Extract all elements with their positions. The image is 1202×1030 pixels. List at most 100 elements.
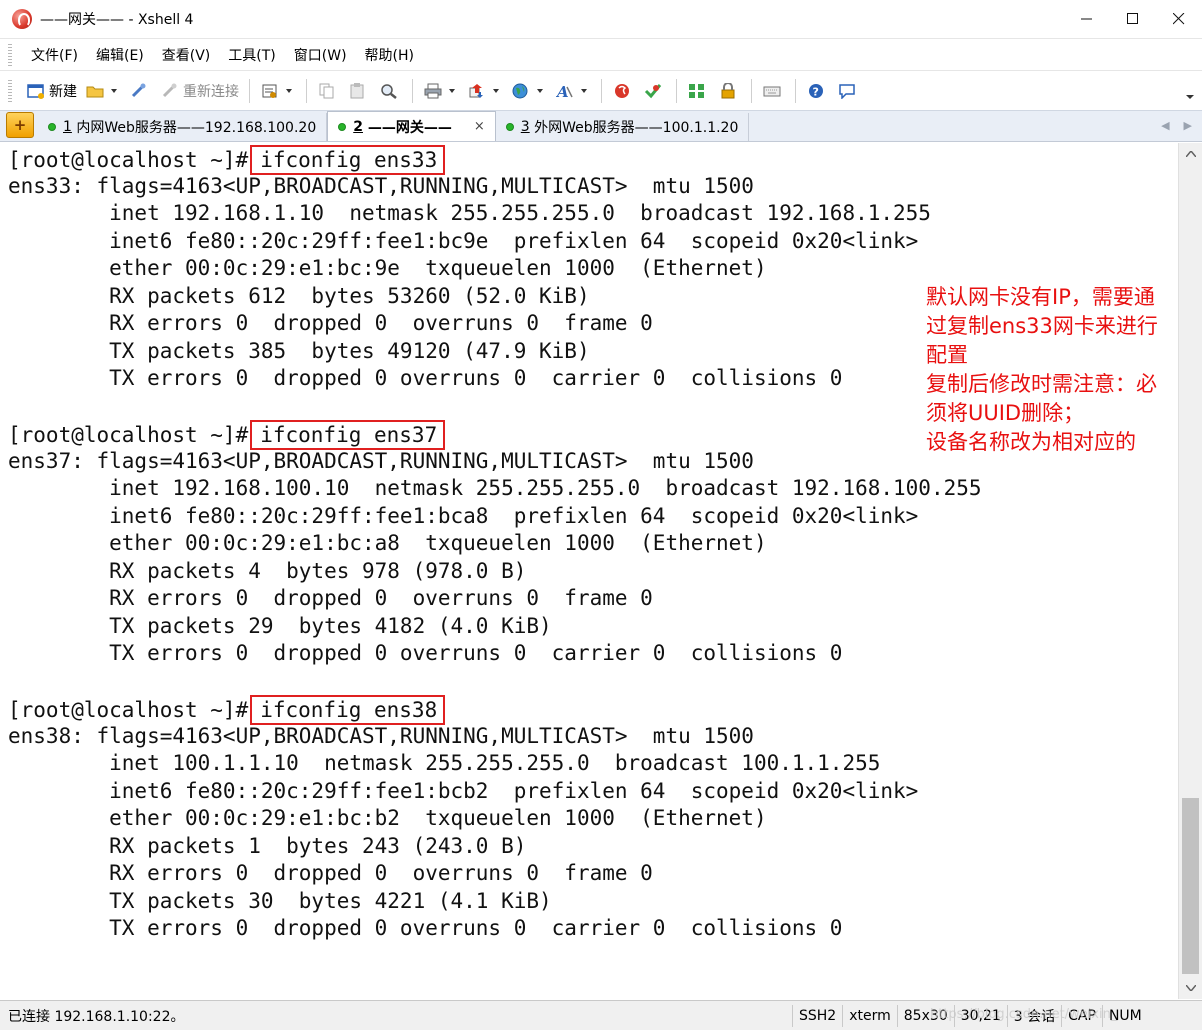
- window-title: ——网关—— - Xshell 4: [40, 12, 194, 28]
- terminal-line: ens37: flags=4163<UP,BROADCAST,RUNNING,M…: [8, 448, 754, 473]
- close-button[interactable]: [1156, 0, 1202, 38]
- terminal-line: TX errors 0 dropped 0 overruns 0 carrier…: [8, 916, 843, 940]
- chat-button[interactable]: [833, 77, 864, 105]
- annotation-line: 默认网卡没有IP，需要通: [926, 285, 1155, 309]
- toolbar-overflow-icon[interactable]: [1186, 95, 1194, 99]
- terminal-line: ether 00:0c:29:e1:bc:9e txqueuelen 1000 …: [8, 256, 767, 280]
- menu-tools[interactable]: 工具(T): [219, 45, 284, 65]
- menu-bar: 文件(F) 编辑(E) 查看(V) 工具(T) 窗口(W) 帮助(H): [0, 38, 1202, 70]
- maximize-button[interactable]: [1110, 0, 1156, 38]
- toolbar-separator: [795, 78, 796, 103]
- xshell-logo-icon: [12, 9, 32, 29]
- transfer-button[interactable]: [463, 77, 507, 105]
- reconnect-icon: [160, 81, 180, 101]
- toolbar-separator: [249, 78, 250, 103]
- shell-prompt: [root@localhost ~]#: [8, 423, 249, 447]
- vertical-scrollbar[interactable]: [1178, 143, 1202, 999]
- terminal-area[interactable]: [root@localhost ~]# ifconfig ens33 ens33: …: [0, 143, 1178, 999]
- globe-icon: [511, 81, 531, 101]
- chevron-left-icon[interactable]: ◀: [1161, 119, 1169, 132]
- reconnect-button[interactable]: 重新连接: [156, 77, 243, 105]
- shell-prompt: [root@localhost ~]#: [8, 698, 249, 722]
- copy-button[interactable]: [313, 77, 344, 105]
- tab-label: 内网Web服务器——192.168.100.20: [76, 120, 317, 136]
- terminal-line: TX packets 385 bytes 49120 (47.9 KiB): [8, 338, 590, 363]
- chevron-down-icon: [286, 88, 292, 93]
- close-tab-icon[interactable]: ×: [474, 119, 485, 134]
- add-tab-button[interactable]: +: [6, 112, 34, 138]
- chevron-down-icon: [449, 88, 455, 93]
- minimize-icon: [1081, 18, 1092, 20]
- keyboard-icon: [762, 81, 782, 101]
- terminal-line: TX errors 0 dropped 0 overruns 0 carrier…: [8, 366, 843, 390]
- lock-button[interactable]: [714, 77, 745, 105]
- menubar-grip: [8, 43, 12, 66]
- svg-text:A: A: [556, 83, 569, 99]
- print-button[interactable]: [419, 77, 463, 105]
- menu-edit[interactable]: 编辑(E): [87, 45, 153, 65]
- terminal-line: ens33: flags=4163<UP,BROADCAST,RUNNING,M…: [8, 173, 754, 198]
- menu-view[interactable]: 查看(V): [153, 45, 220, 65]
- globe-button[interactable]: [507, 77, 551, 105]
- toolbar-separator: [676, 78, 677, 103]
- prompt-line: [root@localhost ~]# ifconfig ens38: [8, 695, 982, 725]
- title-bar: ——网关—— - Xshell 4: [0, 0, 1202, 38]
- xftp-transfer-button[interactable]: [639, 77, 670, 105]
- keyboard-button[interactable]: [758, 77, 789, 105]
- speech-bubble-icon: [837, 81, 857, 101]
- tab-number: 1: [63, 119, 72, 135]
- highlighted-command: ifconfig ens38: [250, 695, 446, 725]
- scrollbar-thumb[interactable]: [1182, 798, 1199, 974]
- new-session-icon: [26, 81, 46, 101]
- folder-icon: [85, 81, 105, 101]
- connected-status-icon: [505, 123, 514, 131]
- chevron-down-icon: [493, 88, 499, 93]
- annotation-line: 过复制ens33网卡来进行: [926, 314, 1158, 338]
- lock-icon: [718, 81, 738, 101]
- chevron-up-icon: [1186, 151, 1196, 157]
- chevron-down-icon: [111, 88, 117, 93]
- scroll-up-button[interactable]: [1179, 143, 1202, 165]
- help-icon: ?: [806, 81, 826, 101]
- tab-session-3[interactable]: 3 外网Web服务器——100.1.1.20: [496, 113, 750, 141]
- toolbar-separator: [412, 78, 413, 103]
- maximize-icon: [1127, 13, 1138, 24]
- tab-session-1[interactable]: 1 内网Web服务器——192.168.100.20: [38, 113, 328, 141]
- chevron-right-icon[interactable]: ▶: [1184, 119, 1192, 132]
- minimize-button[interactable]: [1064, 0, 1110, 38]
- terminal-line: inet6 fe80::20c:29ff:fee1:bc9e prefixlen…: [8, 228, 919, 253]
- search-icon: [379, 81, 399, 101]
- font-button[interactable]: A: [551, 77, 595, 105]
- protocol-indicator: SSH2: [792, 1004, 842, 1027]
- fullscreen-button[interactable]: [683, 77, 714, 105]
- new-session-label: 新建: [49, 83, 77, 100]
- find-button[interactable]: [375, 77, 406, 105]
- annotation-line: 配置: [926, 343, 968, 367]
- terminal-line: inet 100.1.1.10 netmask 255.255.255.0 br…: [8, 751, 881, 775]
- tab-label: 外网Web服务器——100.1.1.20: [534, 120, 739, 136]
- paste-button[interactable]: [344, 77, 375, 105]
- printer-icon: [423, 81, 443, 101]
- help-button[interactable]: ?: [802, 77, 833, 105]
- annotation-line: 须将UUID删除；: [926, 401, 1085, 425]
- menu-window[interactable]: 窗口(W): [285, 45, 356, 65]
- chevron-down-icon: [581, 88, 587, 93]
- prompt-line: [root@localhost ~]# ifconfig ens33: [8, 145, 982, 175]
- plus-icon: +: [13, 116, 27, 134]
- terminal-line: ens38: flags=4163<UP,BROADCAST,RUNNING,M…: [8, 723, 754, 748]
- reconnect-label: 重新连接: [183, 83, 239, 100]
- xftp-button[interactable]: [608, 77, 639, 105]
- connect-button[interactable]: [125, 77, 156, 105]
- new-session-button[interactable]: 新建: [22, 77, 81, 105]
- menu-file[interactable]: 文件(F): [22, 45, 87, 65]
- copy-icon: [317, 81, 337, 101]
- properties-button[interactable]: [256, 77, 300, 105]
- menu-help[interactable]: 帮助(H): [356, 45, 423, 65]
- tab-session-2[interactable]: 2 ——网关—— ×: [327, 111, 496, 141]
- toolbar: 新建 重新连接 A ?: [0, 70, 1202, 110]
- open-button[interactable]: [81, 77, 125, 105]
- tab-number: 2: [353, 118, 363, 135]
- highlighted-command: ifconfig ens37: [250, 420, 446, 450]
- terminal-line: TX packets 29 bytes 4182 (4.0 KiB): [8, 613, 552, 638]
- scroll-down-button[interactable]: [1179, 977, 1202, 999]
